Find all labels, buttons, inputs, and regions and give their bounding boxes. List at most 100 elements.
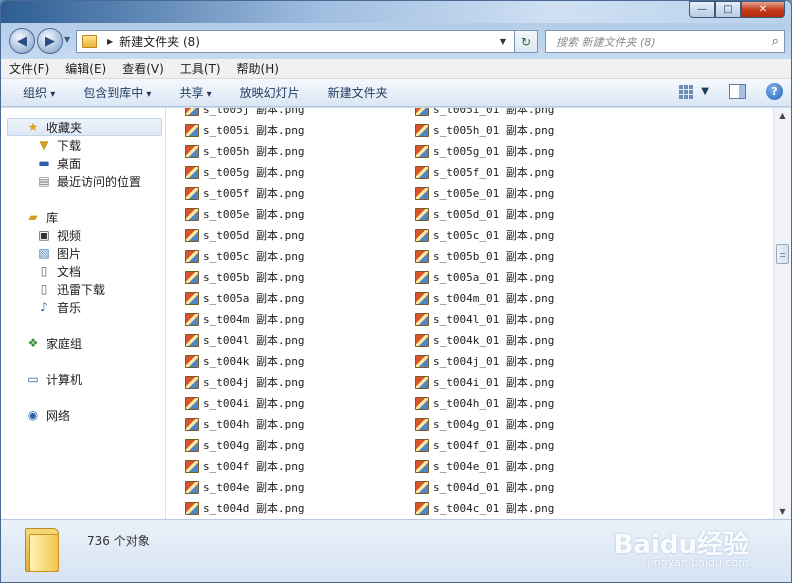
png-image-icon bbox=[185, 459, 199, 473]
menu-help[interactable]: 帮助(H) bbox=[237, 60, 279, 77]
menu-tools[interactable]: 工具(T) bbox=[180, 60, 221, 77]
sidebar-item-homegroup[interactable]: ❖ 家庭组 bbox=[25, 334, 82, 352]
file-item[interactable]: s_t004j 副本.png bbox=[185, 373, 304, 391]
file-item[interactable]: s_t004h 副本.png bbox=[185, 415, 304, 433]
file-item[interactable]: s_t004c_01 副本.png bbox=[415, 499, 554, 517]
sidebar-item-network[interactable]: ◉ 网络 bbox=[25, 406, 70, 424]
sidebar-item-libraries[interactable]: ▰ 库 bbox=[25, 208, 58, 226]
png-image-icon bbox=[185, 207, 199, 221]
file-item[interactable]: s_t004l_01 副本.png bbox=[415, 310, 554, 328]
file-item[interactable]: s_t004g_01 副本.png bbox=[415, 415, 554, 433]
sidebar-item-videos[interactable]: ▣ 视频 bbox=[36, 226, 81, 244]
file-name: s_t005i 副本.png bbox=[203, 124, 305, 137]
file-item[interactable]: s_t005e 副本.png bbox=[185, 205, 304, 223]
vertical-scrollbar[interactable]: ▲ ▼ bbox=[773, 108, 791, 519]
change-view-icon[interactable] bbox=[679, 84, 694, 99]
command-bar: 组织 包含到库中 共享 放映幻灯片 新建文件夹 ▼ ? bbox=[1, 79, 791, 107]
file-item[interactable]: s_t005b_01 副本.png bbox=[415, 247, 554, 265]
forward-button[interactable]: ▶ bbox=[37, 28, 63, 54]
file-item[interactable]: s_t004l 副本.png bbox=[185, 331, 304, 349]
sidebar-item-thunder-downloads[interactable]: ▯ 迅雷下载 bbox=[36, 280, 105, 298]
scrollbar-grip-icon bbox=[780, 253, 785, 257]
png-image-icon bbox=[185, 228, 199, 242]
file-item[interactable]: s_t005c 副本.png bbox=[185, 247, 304, 265]
sidebar-item-downloads[interactable]: ▼ 下载 bbox=[36, 136, 81, 154]
file-item[interactable]: s_t004k_01 副本.png bbox=[415, 331, 554, 349]
sidebar-item-computer[interactable]: ▭ 计算机 bbox=[25, 370, 82, 388]
menu-file[interactable]: 文件(F) bbox=[9, 60, 49, 77]
sidebar-item-music[interactable]: ♪ 音乐 bbox=[36, 298, 81, 316]
file-item[interactable]: s_t004d_01 副本.png bbox=[415, 478, 554, 496]
recent-pages-dropdown[interactable]: ▼ bbox=[64, 35, 70, 44]
file-item[interactable]: s_t004e 副本.png bbox=[185, 478, 304, 496]
file-item[interactable]: s_t005e_01 副本.png bbox=[415, 184, 554, 202]
address-history-chevron-icon[interactable]: ▼ bbox=[495, 37, 511, 46]
scrollbar-thumb[interactable] bbox=[776, 244, 789, 264]
file-item[interactable]: s_t004e_01 副本.png bbox=[415, 457, 554, 475]
file-item[interactable]: s_t004i_01 副本.png bbox=[415, 373, 554, 391]
maximize-button[interactable]: □ bbox=[715, 1, 741, 18]
file-name: s_t005a 副本.png bbox=[203, 292, 305, 305]
file-item[interactable]: s_t005f 副本.png bbox=[185, 184, 304, 202]
documents-icon: ▯ bbox=[40, 264, 48, 278]
menu-edit[interactable]: 编辑(E) bbox=[65, 60, 106, 77]
search-input[interactable]: 搜索 新建文件夹 (8) ⌕ bbox=[545, 30, 785, 53]
search-placeholder: 搜索 新建文件夹 (8) bbox=[556, 35, 656, 49]
organize-button[interactable]: 组织 bbox=[23, 84, 55, 101]
png-image-icon bbox=[185, 375, 199, 389]
preview-pane-icon[interactable] bbox=[729, 84, 746, 99]
file-item[interactable]: s_t004f 副本.png bbox=[185, 457, 304, 475]
file-name: s_t005d 副本.png bbox=[203, 229, 305, 242]
sidebar-item-pictures[interactable]: ▧ 图片 bbox=[36, 244, 81, 262]
sidebar-item-desktop[interactable]: ▬ 桌面 bbox=[36, 154, 81, 172]
share-button[interactable]: 共享 bbox=[179, 84, 211, 101]
breadcrumb-separator-icon[interactable]: ▶ bbox=[107, 37, 113, 46]
file-item[interactable]: s_t005i 副本.png bbox=[185, 121, 304, 139]
file-item[interactable]: s_t005h_01 副本.png bbox=[415, 121, 554, 139]
file-item[interactable]: s_t005c_01 副本.png bbox=[415, 226, 554, 244]
scroll-down-icon[interactable]: ▼ bbox=[774, 504, 791, 519]
slideshow-button[interactable]: 放映幻灯片 bbox=[240, 84, 300, 101]
menu-view[interactable]: 查看(V) bbox=[122, 60, 164, 77]
file-item[interactable]: s_t004i 副本.png bbox=[185, 394, 304, 412]
address-bar[interactable]: ▶ 新建文件夹 (8) ▼ bbox=[76, 30, 538, 53]
back-arrow-icon: ◀ bbox=[17, 33, 27, 49]
minimize-button[interactable]: — bbox=[689, 1, 715, 18]
file-item[interactable]: s_t005h 副本.png bbox=[185, 142, 304, 160]
include-in-library-button[interactable]: 包含到库中 bbox=[83, 84, 151, 101]
sidebar-item-documents[interactable]: ▯ 文档 bbox=[36, 262, 81, 280]
close-button[interactable]: ✕ bbox=[741, 1, 785, 18]
file-item[interactable]: s_t004k 副本.png bbox=[185, 352, 304, 370]
file-item[interactable]: s_t005f_01 副本.png bbox=[415, 163, 554, 181]
file-item[interactable]: s_t005b 副本.png bbox=[185, 268, 304, 286]
file-name: s_t004h 副本.png bbox=[203, 418, 305, 431]
file-item[interactable]: s_t004m 副本.png bbox=[185, 310, 304, 328]
breadcrumb-current-folder[interactable]: 新建文件夹 (8) bbox=[119, 33, 200, 50]
sidebar-item-recent-places[interactable]: ▤ 最近访问的位置 bbox=[36, 172, 141, 190]
file-item[interactable]: s_t005g_01 副本.png bbox=[415, 142, 554, 160]
file-item[interactable]: s_t004d 副本.png bbox=[185, 499, 304, 517]
file-item[interactable]: s_t005g 副本.png bbox=[185, 163, 304, 181]
file-item[interactable]: s_t004g 副本.png bbox=[185, 436, 304, 454]
file-item[interactable]: s_t004f_01 副本.png bbox=[415, 436, 554, 454]
view-options-dropdown-icon[interactable]: ▼ bbox=[701, 86, 709, 97]
png-image-icon bbox=[185, 291, 199, 305]
file-item[interactable]: s_t004j_01 副本.png bbox=[415, 352, 554, 370]
help-icon[interactable]: ? bbox=[766, 83, 783, 100]
scroll-up-icon[interactable]: ▲ bbox=[774, 108, 791, 123]
file-item[interactable]: s_t004m_01 副本.png bbox=[415, 289, 554, 307]
file-item[interactable]: s_t005d_01 副本.png bbox=[415, 205, 554, 223]
file-item[interactable]: s_t004h_01 副本.png bbox=[415, 394, 554, 412]
refresh-button[interactable]: ↻ bbox=[514, 30, 538, 53]
file-name: s_t004l_01 副本.png bbox=[433, 313, 555, 326]
file-item[interactable]: s_t005a_01 副本.png bbox=[415, 268, 554, 286]
back-button[interactable]: ◀ bbox=[9, 28, 35, 54]
search-icon[interactable]: ⌕ bbox=[772, 34, 779, 49]
file-item[interactable]: s_t005j 副本.png bbox=[185, 108, 304, 118]
file-item[interactable]: s_t005i_01 副本.png bbox=[415, 108, 554, 118]
file-item[interactable]: s_t005a 副本.png bbox=[185, 289, 304, 307]
sidebar-item-favorites[interactable]: ★ 收藏夹 bbox=[25, 118, 82, 136]
file-name: s_t004k_01 副本.png bbox=[433, 334, 555, 347]
new-folder-button[interactable]: 新建文件夹 bbox=[328, 84, 388, 101]
file-item[interactable]: s_t005d 副本.png bbox=[185, 226, 304, 244]
